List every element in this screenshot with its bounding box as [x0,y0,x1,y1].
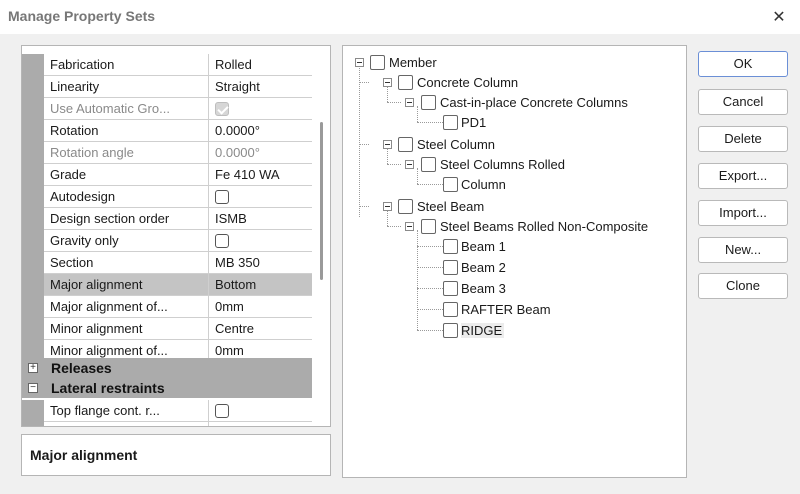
property-row[interactable]: Gravity only [22,230,312,252]
property-name: Fabrication [44,54,209,76]
export-button[interactable]: Export... [698,163,788,189]
property-row[interactable]: Fabrication Rolled [22,54,312,76]
checkbox[interactable] [215,233,229,248]
property-description: Major alignment [21,434,331,476]
dialog-title: Manage Property Sets [8,8,156,24]
collapse-icon[interactable] [405,160,414,169]
property-name: Major alignment [44,274,209,296]
property-value[interactable]: ISMB [209,208,312,230]
checkbox[interactable] [443,302,458,317]
checkbox[interactable] [443,115,458,130]
property-name: Grade [44,164,209,186]
checkbox[interactable] [443,177,458,192]
group-label: Lateral restraints [51,380,165,396]
import-button[interactable]: Import... [698,200,788,226]
collapse-icon[interactable] [405,98,414,107]
property-row[interactable]: Autodesign [22,186,312,208]
property-value[interactable]: Bottom [209,274,312,296]
property-value[interactable]: Centre [209,318,312,340]
title-bar: Manage Property Sets ✕ [0,0,800,34]
close-icon[interactable]: ✕ [766,4,792,30]
property-value[interactable]: 0.0000° [209,120,312,142]
cancel-button[interactable]: Cancel [698,89,788,115]
property-name: Top flange cont. r... [44,400,209,422]
property-name: Major alignment of... [44,296,209,318]
scrollbar-thumb[interactable] [320,122,323,280]
checkbox[interactable] [443,323,458,338]
property-row-top-flange[interactable]: Top flange cont. r... [22,400,312,422]
property-name: Linearity [44,76,209,98]
property-name: Use Automatic Gro... [44,98,209,120]
collapse-icon[interactable] [405,222,414,231]
property-value[interactable] [209,186,312,208]
manage-property-sets-dialog: Manage Property Sets ✕ Fabrication Rolled… [0,0,800,494]
checkbox[interactable] [215,189,229,204]
checkbox[interactable] [215,403,229,418]
checkbox[interactable] [421,95,436,110]
property-value [209,98,312,120]
property-row[interactable]: Section MB 350 [22,252,312,274]
new-button[interactable]: New... [698,237,788,263]
ok-button[interactable]: OK [698,51,788,77]
group-lateral-restraints[interactable]: − Lateral restraints [22,378,312,398]
collapse-icon[interactable] [355,58,364,67]
description-text: Major alignment [30,447,138,463]
property-name: Section [44,252,209,274]
collapse-icon[interactable]: − [28,383,38,393]
property-name: Minor alignment [44,318,209,340]
checkbox[interactable] [443,239,458,254]
property-name: Design section order [44,208,209,230]
property-row[interactable]: Design section order ISMB [22,208,312,230]
property-value: 0.0000° [209,142,312,164]
property-value[interactable]: Rolled [209,54,312,76]
delete-button[interactable]: Delete [698,126,788,152]
property-name: Rotation [44,120,209,142]
checkbox[interactable] [398,75,413,90]
property-name: Rotation angle [44,142,209,164]
property-row[interactable]: Minor alignment Centre [22,318,312,340]
collapse-icon[interactable] [383,202,392,211]
property-row[interactable]: Major alignment Bottom [22,274,312,296]
property-set-tree: Member Concrete Column Cast-in-place Con… [342,45,687,478]
property-value[interactable]: MB 350 [209,252,312,274]
collapse-icon[interactable] [383,78,392,87]
property-value[interactable] [209,230,312,252]
property-value[interactable]: 0mm [209,296,312,318]
property-value[interactable]: Straight [209,76,312,98]
collapse-icon[interactable] [383,140,392,149]
checkbox[interactable] [443,281,458,296]
checkbox[interactable] [398,137,413,152]
property-row[interactable]: Linearity Straight [22,76,312,98]
checkbox[interactable] [421,219,436,234]
group-releases[interactable]: + Releases [22,358,312,378]
checkbox[interactable] [421,157,436,172]
checkbox [215,101,229,116]
clone-button[interactable]: Clone [698,273,788,299]
property-row-partial [22,422,312,426]
property-grid: Fabrication Rolled Linearity Straight Use Au… [21,45,331,427]
property-name: Autodesign [44,186,209,208]
checkbox[interactable] [443,260,458,275]
checkbox[interactable] [370,55,385,70]
property-row[interactable]: Major alignment of... 0mm [22,296,312,318]
property-value[interactable] [209,400,312,422]
property-name: Gravity only [44,230,209,252]
property-row[interactable]: Grade Fe 410 WA [22,164,312,186]
checkbox[interactable] [398,199,413,214]
property-row[interactable]: Rotation angle 0.0000° [22,142,312,164]
expand-icon[interactable]: + [28,363,38,373]
property-row[interactable]: Rotation 0.0000° [22,120,312,142]
property-value[interactable]: Fe 410 WA [209,164,312,186]
property-grid-scrollbar[interactable] [314,46,330,426]
property-row[interactable]: Use Automatic Gro... [22,98,312,120]
group-label: Releases [51,360,112,376]
